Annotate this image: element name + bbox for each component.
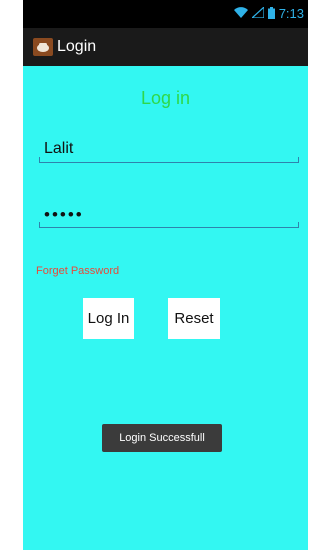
action-bar: Login	[23, 28, 308, 66]
reset-button[interactable]: Reset	[168, 298, 220, 339]
battery-icon	[267, 6, 275, 22]
phone-screen: 7:13 Login Log in Lalit ••••• Forget Pas…	[23, 0, 308, 550]
username-value: Lalit	[44, 140, 74, 157]
status-bar: 7:13	[23, 0, 308, 28]
wifi-icon	[233, 7, 248, 21]
username-field[interactable]: Lalit	[39, 136, 299, 163]
login-form-area: Log in Lalit ••••• Forget Password Log I…	[23, 66, 308, 550]
toast-message: Login Successfull	[102, 424, 222, 452]
page-title: Log in	[140, 88, 191, 108]
app-title: Login	[57, 38, 97, 55]
android-app-icon	[33, 38, 53, 56]
password-value: •••••	[44, 205, 84, 224]
password-field[interactable]: •••••	[39, 201, 299, 228]
status-icons: 7:13	[233, 5, 304, 22]
status-time: 7:13	[278, 6, 304, 21]
signal-icon	[250, 5, 265, 21]
login-button[interactable]: Log In	[83, 298, 134, 339]
forget-password-link[interactable]: Forget Password	[36, 265, 119, 277]
